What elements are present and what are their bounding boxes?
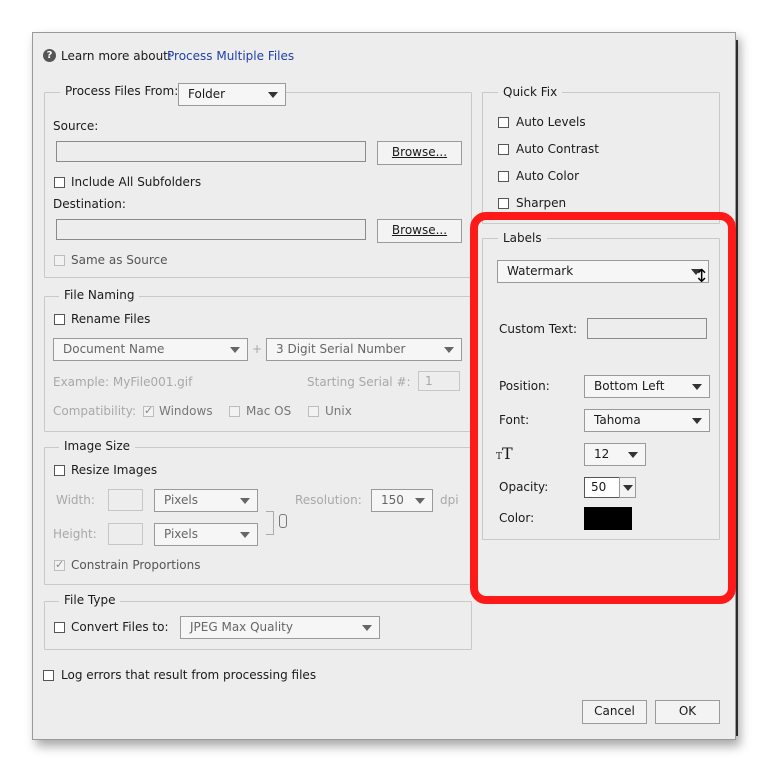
constrain-proportions-checkbox[interactable] bbox=[54, 558, 65, 571]
process-from-select[interactable]: Folder bbox=[178, 83, 286, 106]
log-errors-label: Log errors that result from processing f… bbox=[61, 668, 317, 682]
chain-link-icon bbox=[279, 514, 287, 528]
resolution-select[interactable]: 150 bbox=[371, 489, 433, 512]
learn-more-prefix: Learn more about: bbox=[61, 49, 172, 63]
chevron-down-icon bbox=[240, 532, 250, 538]
chevron-down-icon bbox=[415, 498, 425, 504]
serial-option-select[interactable]: 3 Digit Serial Number bbox=[266, 338, 462, 361]
process-files-legend: Process Files From: bbox=[60, 84, 184, 98]
dpi-label: dpi bbox=[440, 493, 459, 507]
height-input[interactable] bbox=[108, 523, 143, 545]
convert-format-select[interactable]: JPEG Max Quality bbox=[180, 616, 380, 639]
rename-files-label: Rename Files bbox=[71, 312, 151, 326]
naming-example: Example: MyFile001.gif bbox=[53, 375, 193, 389]
width-unit-select[interactable]: Pixels bbox=[154, 489, 258, 512]
name-option-value: Document Name bbox=[63, 342, 165, 356]
starting-serial-value: 1 bbox=[425, 374, 433, 388]
source-path-input[interactable] bbox=[56, 141, 366, 162]
resize-images-label: Resize Images bbox=[71, 463, 158, 477]
ok-label: OK bbox=[678, 704, 697, 718]
compatibility-label: Compatibility: bbox=[53, 404, 137, 418]
sharpen-checkbox[interactable] bbox=[498, 198, 509, 209]
chevron-down-icon bbox=[362, 625, 372, 631]
convert-files-label: Convert Files to: bbox=[71, 620, 169, 634]
chevron-down-icon bbox=[444, 347, 454, 353]
unix-label: Unix bbox=[325, 404, 352, 418]
cancel-label: Cancel bbox=[594, 704, 635, 718]
include-subfolders-checkbox[interactable] bbox=[54, 177, 65, 188]
destination-label: Destination: bbox=[53, 197, 126, 211]
height-unit-value: Pixels bbox=[164, 527, 199, 541]
auto-color-label: Auto Color bbox=[516, 169, 580, 183]
sharpen-label: Sharpen bbox=[516, 196, 567, 210]
mac-os-checkbox[interactable] bbox=[229, 406, 240, 417]
log-errors-checkbox[interactable] bbox=[43, 670, 54, 681]
resolution-label: Resolution: bbox=[295, 493, 362, 507]
process-from-value: Folder bbox=[188, 87, 226, 101]
source-browse-button[interactable]: Browse... bbox=[377, 141, 462, 165]
include-subfolders-label: Include All Subfolders bbox=[71, 175, 202, 189]
learn-more-link[interactable]: Process Multiple Files bbox=[167, 49, 294, 63]
auto-levels-checkbox[interactable] bbox=[498, 117, 509, 128]
cancel-button[interactable]: Cancel bbox=[582, 700, 647, 724]
width-label: Width: bbox=[56, 493, 95, 507]
help-icon[interactable]: ? bbox=[43, 49, 56, 62]
auto-color-checkbox[interactable] bbox=[498, 171, 509, 182]
constrain-proportions-label: Constrain Proportions bbox=[71, 558, 201, 572]
convert-format-value: JPEG Max Quality bbox=[190, 620, 293, 634]
height-unit-select[interactable]: Pixels bbox=[154, 523, 258, 546]
file-type-legend: File Type bbox=[59, 593, 121, 607]
constrain-bracket bbox=[266, 511, 274, 535]
browse-label: Browse... bbox=[391, 223, 448, 237]
file-naming-legend: File Naming bbox=[59, 288, 140, 302]
image-size-legend: Image Size bbox=[59, 439, 136, 453]
starting-serial-label: Starting Serial #: bbox=[307, 375, 411, 389]
resize-images-checkbox[interactable] bbox=[54, 465, 65, 476]
auto-levels-label: Auto Levels bbox=[516, 115, 586, 129]
same-as-source-label: Same as Source bbox=[71, 253, 168, 267]
mac-os-label: Mac OS bbox=[246, 404, 292, 418]
width-unit-value: Pixels bbox=[164, 493, 199, 507]
auto-contrast-checkbox[interactable] bbox=[498, 144, 509, 155]
plus-sign: + bbox=[252, 342, 263, 356]
chevron-down-icon bbox=[230, 347, 240, 353]
unix-checkbox[interactable] bbox=[308, 406, 319, 417]
chevron-down-icon bbox=[268, 92, 278, 98]
convert-files-checkbox[interactable] bbox=[54, 622, 65, 633]
destination-browse-button[interactable]: Browse... bbox=[377, 219, 462, 243]
destination-path-input[interactable] bbox=[56, 219, 366, 240]
ok-button[interactable]: OK bbox=[655, 700, 720, 724]
windows-checkbox[interactable] bbox=[143, 404, 154, 417]
quick-fix-legend: Quick Fix bbox=[498, 85, 563, 99]
height-label: Height: bbox=[53, 527, 97, 541]
width-input[interactable] bbox=[108, 489, 143, 511]
chevron-down-icon bbox=[240, 498, 250, 504]
browse-label: Browse... bbox=[391, 145, 448, 159]
starting-serial-input[interactable]: 1 bbox=[418, 371, 460, 391]
serial-option-value: 3 Digit Serial Number bbox=[276, 342, 406, 356]
same-as-source-checkbox[interactable] bbox=[54, 255, 65, 266]
auto-contrast-label: Auto Contrast bbox=[516, 142, 599, 156]
labels-highlight-annotation bbox=[470, 212, 736, 604]
resolution-value: 150 bbox=[381, 493, 404, 507]
source-label: Source: bbox=[53, 119, 99, 133]
name-option-select[interactable]: Document Name bbox=[53, 338, 248, 361]
windows-label: Windows bbox=[159, 404, 213, 418]
rename-files-checkbox[interactable] bbox=[54, 314, 65, 325]
